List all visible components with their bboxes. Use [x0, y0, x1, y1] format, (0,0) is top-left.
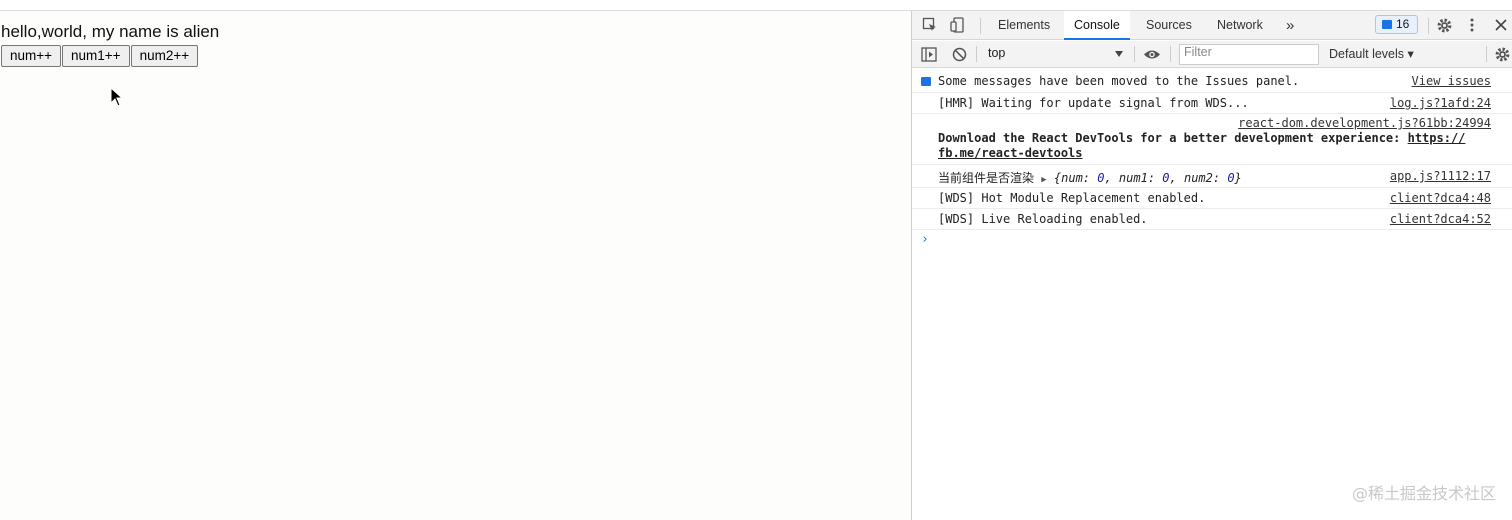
- close-icon[interactable]: [1494, 17, 1508, 33]
- devtools-download-text: Download the React DevTools for a better…: [938, 131, 1408, 145]
- num1-increment-button[interactable]: num1++: [62, 45, 130, 67]
- num-increment-button[interactable]: num++: [1, 45, 62, 67]
- toolbar-divider: [1428, 18, 1429, 34]
- console-message: 当前组件是否渲染 ▶ {num: 0, num1: 0, num2: 0} ap…: [912, 165, 1512, 188]
- object-preview[interactable]: {num: 0, num1: 0, num2: 0}: [1054, 171, 1242, 185]
- source-link[interactable]: client?dca4:52: [1390, 212, 1491, 226]
- more-tabs-icon[interactable]: »: [1286, 11, 1294, 40]
- console-message: [WDS] Live Reloading enabled. client?dca…: [912, 209, 1512, 230]
- message-text: [HMR] Waiting for update signal from WDS…: [938, 96, 1249, 110]
- page-viewport: hello,world, my name is alien num++ num1…: [0, 11, 911, 520]
- issues-info-icon: [921, 77, 931, 86]
- tab-console[interactable]: Console: [1064, 11, 1130, 40]
- toolbar-divider: [1486, 46, 1487, 62]
- tab-network[interactable]: Network: [1217, 11, 1263, 40]
- console-prompt-icon: ›: [921, 232, 929, 247]
- browser-top-border: [0, 0, 1512, 11]
- toolbar-divider: [1170, 46, 1171, 62]
- source-link[interactable]: react-dom.development.js?61bb:24994: [1238, 116, 1491, 130]
- source-link[interactable]: log.js?1afd:24: [1390, 96, 1491, 110]
- message-text: 当前组件是否渲染 ▶ {num: 0, num1: 0, num2: 0}: [938, 169, 1242, 186]
- device-toolbar-icon[interactable]: [950, 17, 966, 33]
- console-message: Some messages have been moved to the Iss…: [912, 69, 1512, 93]
- greeting-text: hello,world, my name is alien: [1, 22, 220, 41]
- devtools-link[interactable]: fb.me/react-devtools: [938, 146, 1083, 160]
- button-row: num++ num1++ num2++: [1, 45, 199, 67]
- expand-triangle-icon[interactable]: ▶: [1041, 175, 1046, 185]
- filter-input[interactable]: Filter: [1179, 44, 1319, 65]
- console-toolbar: top Filter Default levels ▾: [912, 41, 1512, 68]
- render-check-label: 当前组件是否渲染: [938, 171, 1042, 185]
- message-text: [WDS] Live Reloading enabled.: [938, 212, 1148, 226]
- console-messages: Some messages have been moved to the Iss…: [912, 69, 1512, 250]
- inspect-element-icon[interactable]: [922, 17, 938, 33]
- live-expression-eye-icon[interactable]: [1143, 48, 1161, 61]
- console-message: [WDS] Hot Module Replacement enabled. cl…: [912, 188, 1512, 209]
- console-message: react-dom.development.js?61bb:24994 Down…: [912, 114, 1512, 165]
- issues-badge[interactable]: 16: [1375, 15, 1418, 34]
- show-sidebar-icon[interactable]: [921, 47, 937, 62]
- tab-sources[interactable]: Sources: [1146, 11, 1192, 40]
- context-selector[interactable]: top: [988, 46, 1005, 60]
- console-settings-gear-icon[interactable]: [1494, 46, 1511, 63]
- log-levels-dropdown[interactable]: Default levels ▾: [1329, 46, 1414, 61]
- issues-count: 16: [1396, 17, 1410, 31]
- devtools-link[interactable]: https://: [1408, 131, 1466, 145]
- settings-gear-icon[interactable]: [1436, 17, 1453, 34]
- message-text: Some messages have been moved to the Iss…: [938, 74, 1300, 88]
- toolbar-divider: [976, 46, 977, 62]
- clear-console-icon[interactable]: [952, 47, 967, 62]
- console-input-row[interactable]: ›: [912, 230, 1512, 250]
- devtools-tabbar: Elements Console Sources Network » 16: [912, 11, 1512, 40]
- view-issues-link[interactable]: View issues: [1412, 74, 1491, 88]
- num2-increment-button[interactable]: num2++: [130, 45, 199, 67]
- watermark: @稀土掘金技术社区: [1351, 484, 1496, 503]
- more-options-icon[interactable]: [1468, 17, 1476, 33]
- issues-flag-icon: [1382, 20, 1392, 29]
- mouse-cursor-icon: [110, 87, 124, 107]
- message-text: Download the React DevTools for a better…: [938, 131, 1498, 161]
- message-text: [WDS] Hot Module Replacement enabled.: [938, 191, 1206, 205]
- console-message: [HMR] Waiting for update signal from WDS…: [912, 93, 1512, 114]
- toolbar-divider: [1134, 46, 1135, 62]
- source-link[interactable]: app.js?1112:17: [1390, 169, 1491, 183]
- source-link[interactable]: client?dca4:48: [1390, 191, 1491, 205]
- devtools-panel: Elements Console Sources Network » 16 to…: [911, 11, 1512, 520]
- toolbar-divider: [980, 18, 981, 34]
- chevron-down-icon[interactable]: [1115, 51, 1123, 57]
- tab-elements[interactable]: Elements: [998, 11, 1050, 40]
